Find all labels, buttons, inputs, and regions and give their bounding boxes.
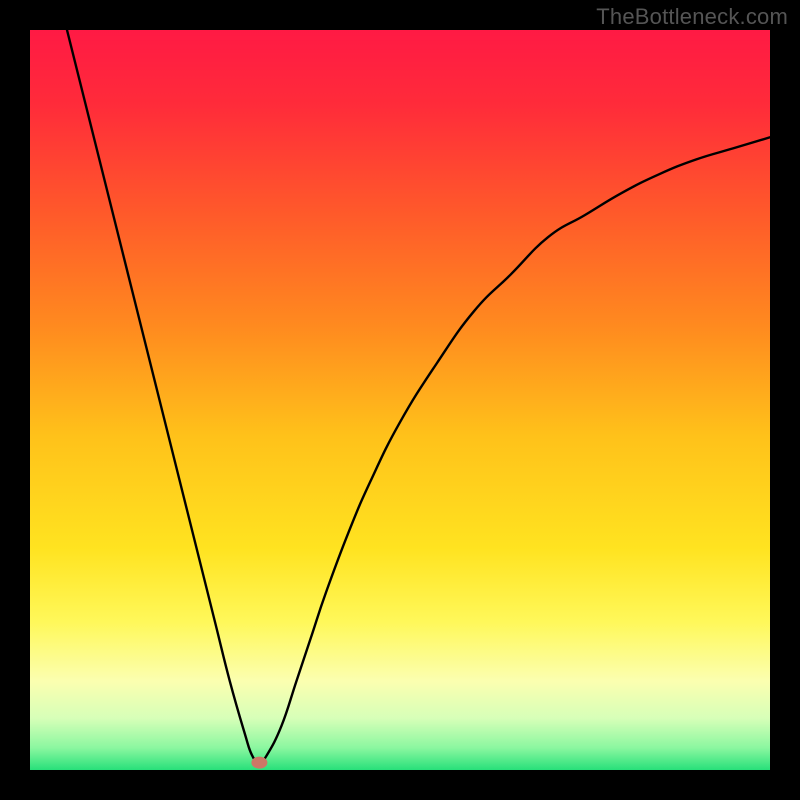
plot-area	[30, 30, 770, 770]
chart-svg	[30, 30, 770, 770]
optimum-marker	[251, 757, 267, 769]
watermark-text: TheBottleneck.com	[596, 4, 788, 30]
chart-container: TheBottleneck.com	[0, 0, 800, 800]
gradient-background	[30, 30, 770, 770]
